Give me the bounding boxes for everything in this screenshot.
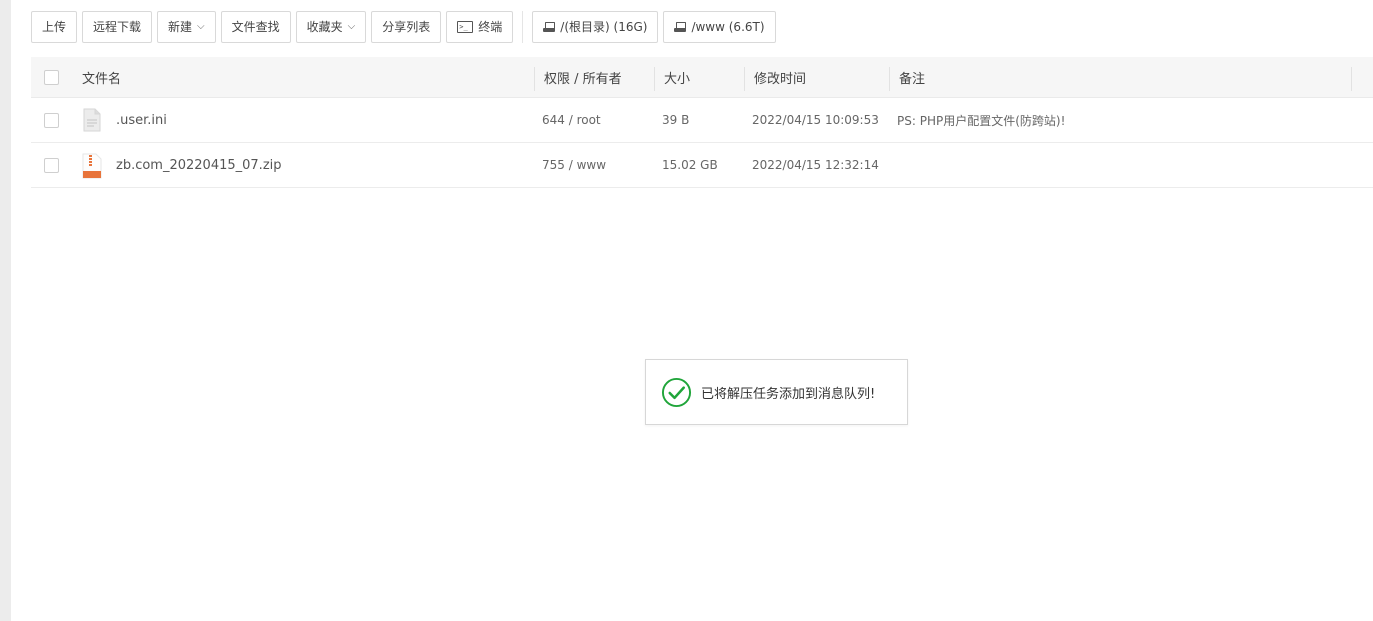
chevron-down-icon: ⌵ [197,21,205,32]
terminal-icon: >_ [457,20,474,33]
header-size[interactable]: 大小 [664,57,690,97]
toolbar: 上传 远程下载 新建 ⌵ 文件查找 收藏夹 ⌵ 分享列表 >_ 终端 /(根目录) (… [31,10,781,43]
text-file-icon [82,108,102,132]
check-circle-icon [661,377,692,407]
chevron-down-icon: ⌵ [347,21,356,32]
column-divider[interactable] [744,67,745,91]
header-mtime[interactable]: 修改时间 [754,57,806,97]
file-mtime: 2022/04/15 12:32:14 [752,158,879,172]
upload-button[interactable]: 上传 [31,10,78,43]
file-perm-owner[interactable]: 755 / www [542,143,606,187]
file-manager: 上传 远程下载 新建 ⌵ 文件查找 收藏夹 ⌵ 分享列表 >_ 终端 /(根目录) (… [31,0,1373,621]
disk-icon [674,21,687,32]
header-note: 备注 [899,71,926,87]
disk-www-button[interactable]: /www (6.6T) [663,10,776,43]
row-checkbox[interactable] [44,157,59,173]
favorites-dropdown-button[interactable]: 收藏夹 ⌵ [295,10,367,43]
toast-notification: 已将解压任务添加到消息队列! [645,359,908,425]
header-name[interactable]: 文件名 [82,57,121,97]
select-all-checkbox[interactable] [44,69,59,85]
terminal-button[interactable]: >_ 终端 [446,10,514,43]
file-name-link[interactable]: .user.ini [116,113,167,128]
left-sidebar-edge [0,0,11,621]
disk-root-button[interactable]: /(根目录) (16G) [532,10,659,43]
row-checkbox[interactable] [44,112,59,128]
file-table: 文件名 权限 / 所有者 大小 修改时间 备注 .user.ini 644 / … [31,57,1373,188]
column-divider[interactable] [889,67,890,91]
table-row[interactable]: zb.com_20220415_07.zip 755 / www 15.02 G… [31,143,1373,188]
file-size: 15.02 GB [662,158,718,172]
file-perm-owner[interactable]: 644 / root [542,98,601,142]
remote-download-button[interactable]: 远程下载 [82,10,153,43]
column-divider[interactable] [534,67,535,91]
toast-message: 已将解压任务添加到消息队列! [701,386,876,402]
file-name-link[interactable]: zb.com_20220415_07.zip [116,158,282,173]
file-search-button[interactable]: 文件查找 [220,10,291,43]
file-size: 39 B [662,113,690,127]
toolbar-divider [522,10,524,43]
zip-file-icon [82,153,102,179]
disk-icon [543,21,556,32]
column-divider[interactable] [654,67,655,91]
column-divider[interactable] [1351,67,1352,91]
header-perm-owner[interactable]: 权限 / 所有者 [544,57,622,97]
file-note[interactable]: PS: PHP用户配置文件(防跨站)! [897,98,1065,142]
share-list-button[interactable]: 分享列表 [371,10,442,43]
new-dropdown-button[interactable]: 新建 ⌵ [157,10,216,43]
table-row[interactable]: .user.ini 644 / root 39 B 2022/04/15 10:… [31,98,1373,143]
table-header: 文件名 权限 / 所有者 大小 修改时间 备注 [31,57,1373,98]
file-mtime: 2022/04/15 10:09:53 [752,113,879,127]
